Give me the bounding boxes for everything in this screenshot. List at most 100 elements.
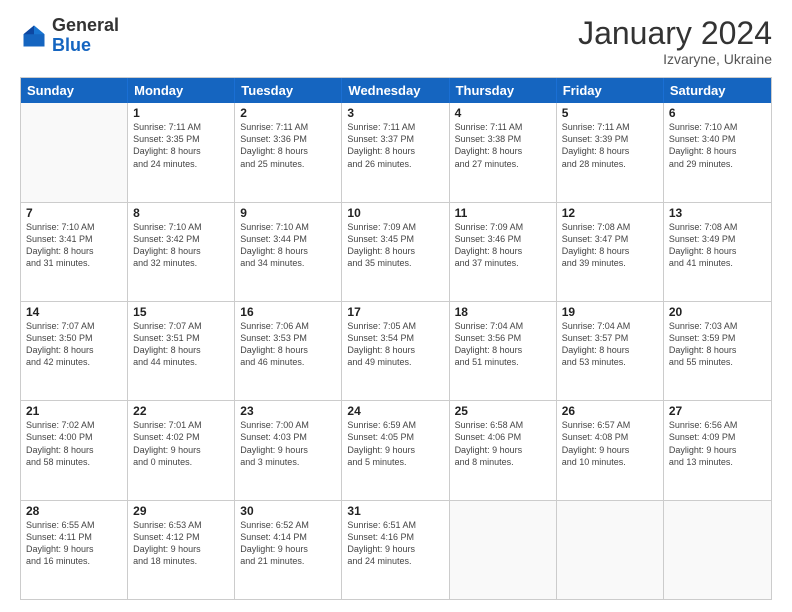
cell-info-line: and 24 minutes. bbox=[133, 158, 229, 170]
cell-info-line: Daylight: 8 hours bbox=[669, 145, 766, 157]
cell-info-line: Daylight: 8 hours bbox=[562, 344, 658, 356]
calendar-row-3: 14Sunrise: 7:07 AMSunset: 3:50 PMDayligh… bbox=[21, 302, 771, 401]
cell-info-line: Sunrise: 7:02 AM bbox=[26, 419, 122, 431]
day-header-wednesday: Wednesday bbox=[342, 78, 449, 103]
day-number: 30 bbox=[240, 504, 336, 518]
cell-info-line: Sunrise: 7:09 AM bbox=[455, 221, 551, 233]
cell-info-line: and 28 minutes. bbox=[562, 158, 658, 170]
cell-info-line: Sunset: 3:45 PM bbox=[347, 233, 443, 245]
cell-info-line: Sunset: 4:12 PM bbox=[133, 531, 229, 543]
day-cell-8: 8Sunrise: 7:10 AMSunset: 3:42 PMDaylight… bbox=[128, 203, 235, 301]
cell-info-line: Sunrise: 7:05 AM bbox=[347, 320, 443, 332]
cell-info-line: Sunset: 4:05 PM bbox=[347, 431, 443, 443]
cell-info-line: Sunset: 4:02 PM bbox=[133, 431, 229, 443]
day-number: 31 bbox=[347, 504, 443, 518]
cell-info-line: Sunset: 3:46 PM bbox=[455, 233, 551, 245]
logo-blue: Blue bbox=[52, 35, 91, 55]
cell-info-line: Sunrise: 6:55 AM bbox=[26, 519, 122, 531]
cell-info-line: and 3 minutes. bbox=[240, 456, 336, 468]
cell-info-line: Sunrise: 7:11 AM bbox=[240, 121, 336, 133]
cell-info-line: and 49 minutes. bbox=[347, 356, 443, 368]
day-cell-7: 7Sunrise: 7:10 AMSunset: 3:41 PMDaylight… bbox=[21, 203, 128, 301]
cell-info-line: Sunrise: 7:03 AM bbox=[669, 320, 766, 332]
cell-info-line: Sunset: 3:47 PM bbox=[562, 233, 658, 245]
day-number: 22 bbox=[133, 404, 229, 418]
cell-info-line: and 31 minutes. bbox=[26, 257, 122, 269]
cell-info-line: Daylight: 8 hours bbox=[562, 245, 658, 257]
cell-info-line: and 37 minutes. bbox=[455, 257, 551, 269]
day-number: 12 bbox=[562, 206, 658, 220]
day-number: 6 bbox=[669, 106, 766, 120]
cell-info-line: and 8 minutes. bbox=[455, 456, 551, 468]
empty-cell bbox=[557, 501, 664, 599]
calendar-row-5: 28Sunrise: 6:55 AMSunset: 4:11 PMDayligh… bbox=[21, 501, 771, 599]
cell-info-line: Daylight: 8 hours bbox=[26, 245, 122, 257]
cell-info-line: and 29 minutes. bbox=[669, 158, 766, 170]
month-title: January 2024 bbox=[578, 16, 772, 51]
day-cell-19: 19Sunrise: 7:04 AMSunset: 3:57 PMDayligh… bbox=[557, 302, 664, 400]
cell-info-line: and 26 minutes. bbox=[347, 158, 443, 170]
day-number: 14 bbox=[26, 305, 122, 319]
day-cell-28: 28Sunrise: 6:55 AMSunset: 4:11 PMDayligh… bbox=[21, 501, 128, 599]
cell-info-line: Daylight: 8 hours bbox=[133, 245, 229, 257]
cell-info-line: and 0 minutes. bbox=[133, 456, 229, 468]
cell-info-line: and 42 minutes. bbox=[26, 356, 122, 368]
calendar: SundayMondayTuesdayWednesdayThursdayFrid… bbox=[20, 77, 772, 600]
cell-info-line: Daylight: 8 hours bbox=[240, 145, 336, 157]
day-cell-9: 9Sunrise: 7:10 AMSunset: 3:44 PMDaylight… bbox=[235, 203, 342, 301]
cell-info-line: Sunset: 3:39 PM bbox=[562, 133, 658, 145]
day-number: 1 bbox=[133, 106, 229, 120]
day-cell-2: 2Sunrise: 7:11 AMSunset: 3:36 PMDaylight… bbox=[235, 103, 342, 201]
header: General Blue January 2024 Izvaryne, Ukra… bbox=[20, 16, 772, 67]
day-number: 8 bbox=[133, 206, 229, 220]
cell-info-line: Sunset: 3:35 PM bbox=[133, 133, 229, 145]
cell-info-line: Sunset: 4:03 PM bbox=[240, 431, 336, 443]
cell-info-line: Sunset: 3:40 PM bbox=[669, 133, 766, 145]
cell-info-line: Daylight: 8 hours bbox=[669, 245, 766, 257]
calendar-row-2: 7Sunrise: 7:10 AMSunset: 3:41 PMDaylight… bbox=[21, 203, 771, 302]
location-subtitle: Izvaryne, Ukraine bbox=[578, 51, 772, 67]
cell-info-line: Sunrise: 6:57 AM bbox=[562, 419, 658, 431]
empty-cell bbox=[664, 501, 771, 599]
cell-info-line: Daylight: 8 hours bbox=[347, 344, 443, 356]
cell-info-line: Sunrise: 7:11 AM bbox=[347, 121, 443, 133]
day-number: 4 bbox=[455, 106, 551, 120]
day-number: 21 bbox=[26, 404, 122, 418]
cell-info-line: Sunrise: 7:04 AM bbox=[562, 320, 658, 332]
day-cell-6: 6Sunrise: 7:10 AMSunset: 3:40 PMDaylight… bbox=[664, 103, 771, 201]
cell-info-line: Sunrise: 7:11 AM bbox=[562, 121, 658, 133]
cell-info-line: Sunrise: 7:10 AM bbox=[26, 221, 122, 233]
day-cell-18: 18Sunrise: 7:04 AMSunset: 3:56 PMDayligh… bbox=[450, 302, 557, 400]
cell-info-line: and 44 minutes. bbox=[133, 356, 229, 368]
day-cell-30: 30Sunrise: 6:52 AMSunset: 4:14 PMDayligh… bbox=[235, 501, 342, 599]
day-number: 9 bbox=[240, 206, 336, 220]
cell-info-line: Sunrise: 7:07 AM bbox=[133, 320, 229, 332]
day-cell-21: 21Sunrise: 7:02 AMSunset: 4:00 PMDayligh… bbox=[21, 401, 128, 499]
cell-info-line: Sunset: 3:41 PM bbox=[26, 233, 122, 245]
day-header-sunday: Sunday bbox=[21, 78, 128, 103]
day-cell-29: 29Sunrise: 6:53 AMSunset: 4:12 PMDayligh… bbox=[128, 501, 235, 599]
day-cell-16: 16Sunrise: 7:06 AMSunset: 3:53 PMDayligh… bbox=[235, 302, 342, 400]
cell-info-line: and 53 minutes. bbox=[562, 356, 658, 368]
cell-info-line: Sunrise: 7:01 AM bbox=[133, 419, 229, 431]
cell-info-line: Sunset: 3:51 PM bbox=[133, 332, 229, 344]
day-cell-11: 11Sunrise: 7:09 AMSunset: 3:46 PMDayligh… bbox=[450, 203, 557, 301]
cell-info-line: and 46 minutes. bbox=[240, 356, 336, 368]
day-number: 20 bbox=[669, 305, 766, 319]
cell-info-line: Sunset: 3:36 PM bbox=[240, 133, 336, 145]
logo-general: General bbox=[52, 15, 119, 35]
cell-info-line: and 13 minutes. bbox=[669, 456, 766, 468]
cell-info-line: Daylight: 8 hours bbox=[455, 245, 551, 257]
day-number: 19 bbox=[562, 305, 658, 319]
logo-text: General Blue bbox=[52, 16, 119, 56]
day-number: 3 bbox=[347, 106, 443, 120]
day-header-monday: Monday bbox=[128, 78, 235, 103]
cell-info-line: Sunrise: 7:10 AM bbox=[669, 121, 766, 133]
cell-info-line: and 5 minutes. bbox=[347, 456, 443, 468]
day-cell-24: 24Sunrise: 6:59 AMSunset: 4:05 PMDayligh… bbox=[342, 401, 449, 499]
day-header-friday: Friday bbox=[557, 78, 664, 103]
cell-info-line: and 35 minutes. bbox=[347, 257, 443, 269]
cell-info-line: Daylight: 8 hours bbox=[240, 344, 336, 356]
cell-info-line: Daylight: 8 hours bbox=[133, 145, 229, 157]
cell-info-line: Sunset: 3:49 PM bbox=[669, 233, 766, 245]
